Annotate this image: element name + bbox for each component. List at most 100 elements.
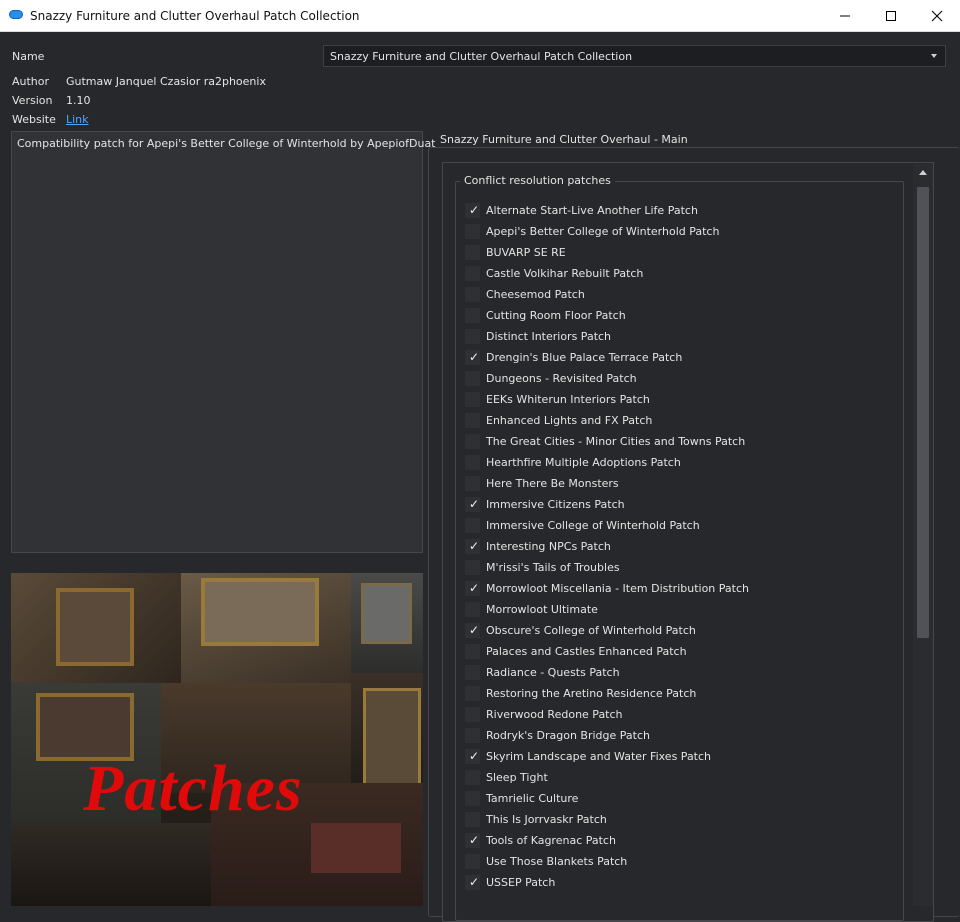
checkbox[interactable]: ✓ <box>465 497 480 512</box>
patch-option-item[interactable]: Enhanced Lights and FX Patch <box>465 411 895 429</box>
patch-option-label: Radiance - Quests Patch <box>486 666 620 679</box>
checkbox[interactable] <box>465 665 480 680</box>
patch-option-label: Cheesemod Patch <box>486 288 585 301</box>
name-dropdown[interactable]: Snazzy Furniture and Clutter Overhaul Pa… <box>323 45 946 67</box>
checkbox[interactable] <box>465 455 480 470</box>
checkbox[interactable] <box>465 245 480 260</box>
author-label: Author <box>12 75 50 88</box>
minimize-icon <box>840 15 850 17</box>
patch-option-label: Apepi's Better College of Winterhold Pat… <box>486 225 720 238</box>
checkbox[interactable] <box>465 728 480 743</box>
patch-option-label: EEKs Whiterun Interiors Patch <box>486 393 650 406</box>
checkbox[interactable]: ✓ <box>465 749 480 764</box>
patch-option-item[interactable]: Here There Be Monsters <box>465 474 895 492</box>
patch-option-label: Tamrielic Culture <box>486 792 579 805</box>
patch-option-item[interactable]: Sleep Tight <box>465 768 895 786</box>
close-icon <box>931 10 943 22</box>
checkbox[interactable] <box>465 224 480 239</box>
patch-option-item[interactable]: Immersive College of Winterhold Patch <box>465 516 895 534</box>
checkbox[interactable]: ✓ <box>465 623 480 638</box>
close-button[interactable] <box>914 0 960 31</box>
checkbox[interactable] <box>465 602 480 617</box>
patch-option-item[interactable]: Radiance - Quests Patch <box>465 663 895 681</box>
scrollbar-thumb[interactable] <box>917 187 929 638</box>
patch-option-item[interactable]: Apepi's Better College of Winterhold Pat… <box>465 222 895 240</box>
patch-option-item[interactable]: Morrowloot Ultimate <box>465 600 895 618</box>
patch-option-item[interactable]: ✓ Tools of Kagrenac Patch <box>465 831 895 849</box>
checkbox[interactable] <box>465 791 480 806</box>
patch-option-label: Immersive Citizens Patch <box>486 498 625 511</box>
check-mark-icon: ✓ <box>469 623 480 637</box>
checkbox[interactable]: ✓ <box>465 539 480 554</box>
checkbox[interactable]: ✓ <box>465 833 480 848</box>
patch-option-item[interactable]: ✓ Skyrim Landscape and Water Fixes Patch <box>465 747 895 765</box>
patch-option-item[interactable]: Cheesemod Patch <box>465 285 895 303</box>
checkbox[interactable]: ✓ <box>465 581 480 596</box>
checkbox[interactable] <box>465 434 480 449</box>
patch-option-label: Interesting NPCs Patch <box>486 540 611 553</box>
patch-option-label: Rodryk's Dragon Bridge Patch <box>486 729 650 742</box>
patch-option-item[interactable]: ✓ Obscure's College of Winterhold Patch <box>465 621 895 639</box>
patch-option-item[interactable]: This Is Jorrvaskr Patch <box>465 810 895 828</box>
vertical-scrollbar[interactable] <box>913 164 933 906</box>
patch-option-item[interactable]: Tamrielic Culture <box>465 789 895 807</box>
patch-option-item[interactable]: ✓ Interesting NPCs Patch <box>465 537 895 555</box>
description-box[interactable]: Compatibility patch for Apepi's Better C… <box>11 131 436 553</box>
patch-option-label: M'rissi's Tails of Troubles <box>486 561 620 574</box>
checkbox[interactable] <box>465 854 480 869</box>
checkbox[interactable] <box>465 413 480 428</box>
patch-option-item[interactable]: BUVARP SE RE <box>465 243 895 261</box>
patch-option-item[interactable]: Distinct Interiors Patch <box>465 327 895 345</box>
website-link[interactable]: Link <box>66 113 89 126</box>
checkbox[interactable] <box>465 518 480 533</box>
patch-option-item[interactable]: Hearthfire Multiple Adoptions Patch <box>465 453 895 471</box>
checkbox[interactable] <box>465 476 480 491</box>
patch-option-item[interactable]: Cutting Room Floor Patch <box>465 306 895 324</box>
patch-option-label: Hearthfire Multiple Adoptions Patch <box>486 456 681 469</box>
checkbox[interactable]: ✓ <box>465 350 480 365</box>
checkbox[interactable] <box>465 329 480 344</box>
patch-option-item[interactable]: ✓ Alternate Start-Live Another Life Patch <box>465 201 895 219</box>
checkbox[interactable] <box>465 707 480 722</box>
window-title: Snazzy Furniture and Clutter Overhaul Pa… <box>30 9 360 23</box>
patch-option-item[interactable]: Restoring the Aretino Residence Patch <box>465 684 895 702</box>
checkbox[interactable] <box>465 371 480 386</box>
patch-option-item[interactable]: Riverwood Redone Patch <box>465 705 895 723</box>
patch-option-item[interactable]: EEKs Whiterun Interiors Patch <box>465 390 895 408</box>
checkbox[interactable] <box>465 770 480 785</box>
checkbox[interactable] <box>465 686 480 701</box>
checkbox[interactable] <box>465 644 480 659</box>
checkbox[interactable] <box>465 812 480 827</box>
maximize-button[interactable] <box>868 0 914 31</box>
patch-option-label: The Great Cities - Minor Cities and Town… <box>486 435 746 448</box>
checkbox[interactable]: ✓ <box>465 875 480 890</box>
patch-option-label: Castle Volkihar Rebuilt Patch <box>486 267 644 280</box>
patch-option-label: Restoring the Aretino Residence Patch <box>486 687 697 700</box>
patch-option-item[interactable]: ✓ Morrowloot Miscellania - Item Distribut… <box>465 579 895 597</box>
patch-option-item[interactable]: Rodryk's Dragon Bridge Patch <box>465 726 895 744</box>
patch-option-item[interactable]: Dungeons - Revisited Patch <box>465 369 895 387</box>
patch-option-item[interactable]: Use Those Blankets Patch <box>465 852 895 870</box>
checkbox[interactable] <box>465 308 480 323</box>
checkbox[interactable] <box>465 266 480 281</box>
patch-option-label: This Is Jorrvaskr Patch <box>486 813 607 826</box>
patch-option-label: Drengin's Blue Palace Terrace Patch <box>486 351 683 364</box>
scroll-up-icon[interactable] <box>919 170 927 175</box>
checkbox[interactable] <box>465 560 480 575</box>
check-mark-icon: ✓ <box>469 749 480 763</box>
patch-option-item[interactable]: ✓ USSEP Patch <box>465 873 895 891</box>
check-mark-icon: ✓ <box>469 539 480 553</box>
patch-option-item[interactable]: M'rissi's Tails of Troubles <box>465 558 895 576</box>
patch-option-item[interactable]: Castle Volkihar Rebuilt Patch <box>465 264 895 282</box>
checkbox[interactable] <box>465 287 480 302</box>
patch-option-item[interactable]: ✓ Immersive Citizens Patch <box>465 495 895 513</box>
patch-option-label: Here There Be Monsters <box>486 477 619 490</box>
patch-option-item[interactable]: The Great Cities - Minor Cities and Town… <box>465 432 895 450</box>
checkbox[interactable] <box>465 392 480 407</box>
patch-option-label: Skyrim Landscape and Water Fixes Patch <box>486 750 712 763</box>
checkbox[interactable]: ✓ <box>465 203 480 218</box>
patch-option-item[interactable]: ✓ Drengin's Blue Palace Terrace Patch <box>465 348 895 366</box>
check-mark-icon: ✓ <box>469 833 480 847</box>
minimize-button[interactable] <box>822 0 868 31</box>
patch-option-item[interactable]: Palaces and Castles Enhanced Patch <box>465 642 895 660</box>
